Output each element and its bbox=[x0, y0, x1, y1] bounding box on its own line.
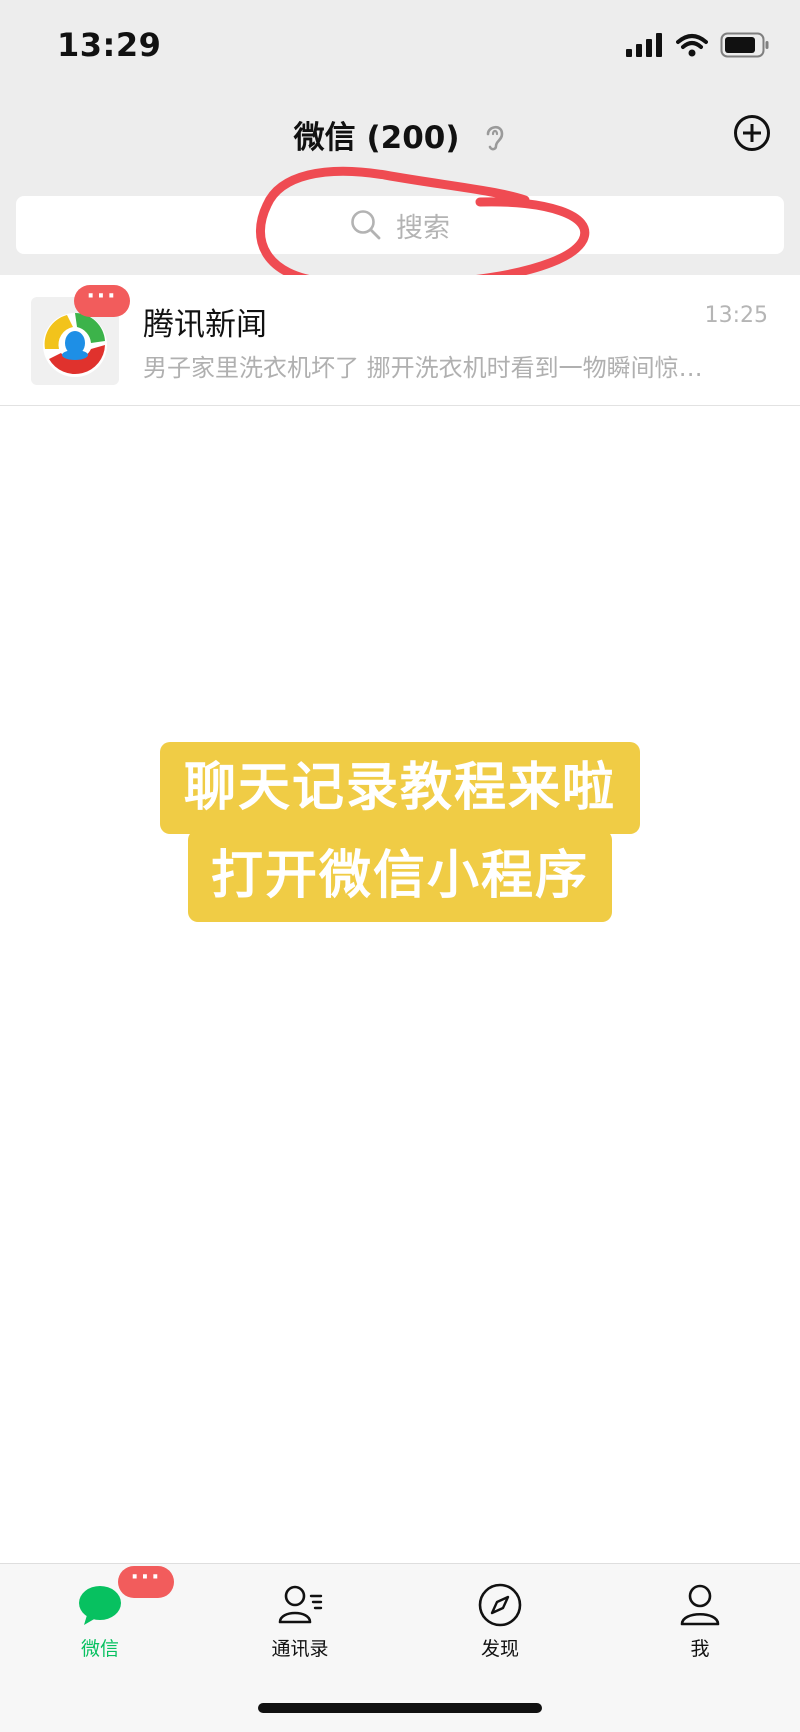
wifi-icon bbox=[676, 34, 708, 57]
home-indicator bbox=[258, 1703, 542, 1713]
add-button[interactable] bbox=[734, 115, 770, 151]
overlay-caption-line2: 打开微信小程序 bbox=[188, 830, 612, 922]
signal-icon bbox=[626, 33, 662, 57]
search-bar[interactable]: 搜索 bbox=[16, 196, 784, 254]
unread-badge: ··· bbox=[74, 285, 130, 317]
chat-name: 腾讯新闻 bbox=[143, 307, 267, 343]
battery-icon bbox=[720, 32, 769, 58]
chat-row[interactable]: ··· 腾讯新闻 13:25 男子家里洗衣机坏了 挪开洗衣机时看到一物瞬间惊… bbox=[0, 275, 800, 406]
chat-bubble-icon bbox=[79, 1586, 121, 1625]
tab-label: 发现 bbox=[480, 1638, 519, 1660]
status-icons bbox=[626, 32, 770, 58]
search-icon bbox=[351, 210, 381, 240]
tab-contacts[interactable]: 通讯录 bbox=[240, 1582, 360, 1661]
overlay-caption-line1: 聊天记录教程来啦 bbox=[160, 742, 640, 834]
person-icon bbox=[680, 1584, 720, 1626]
chat-time: 13:25 bbox=[704, 303, 768, 328]
tab-unread-badge: ··· bbox=[118, 1566, 174, 1598]
contacts-icon bbox=[278, 1585, 323, 1624]
tab-label: 通讯录 bbox=[271, 1638, 329, 1660]
compass-icon bbox=[478, 1583, 522, 1627]
chat-preview: 男子家里洗衣机坏了 挪开洗衣机时看到一物瞬间惊… bbox=[143, 354, 703, 382]
tab-label: 微信 bbox=[80, 1638, 119, 1660]
ear-icon bbox=[484, 122, 506, 160]
nav-title: 微信 (200) bbox=[0, 112, 800, 160]
tab-discover[interactable]: 发现 bbox=[440, 1582, 560, 1661]
tab-label: 我 bbox=[690, 1638, 710, 1660]
search-placeholder: 搜索 bbox=[396, 212, 450, 244]
chat-list: ··· 腾讯新闻 13:25 男子家里洗衣机坏了 挪开洗衣机时看到一物瞬间惊… bbox=[0, 275, 800, 406]
nav-title-text: 微信 (200) bbox=[293, 120, 460, 156]
status-time: 13:29 bbox=[57, 26, 162, 64]
tab-me[interactable]: 我 bbox=[640, 1582, 760, 1661]
top-area: 13:29 微信 (200) 搜索 bbox=[0, 0, 800, 275]
tab-bar: 微信 ··· 通讯录 发现 我 bbox=[0, 1563, 800, 1732]
